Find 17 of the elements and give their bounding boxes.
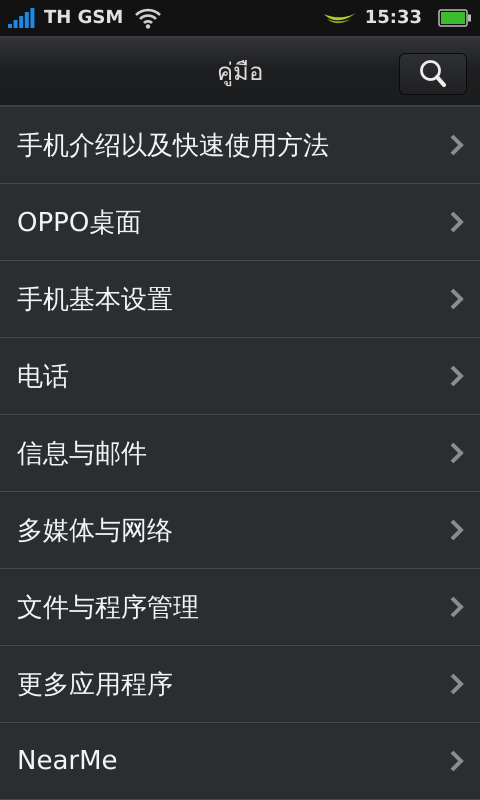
chevron-icon [450, 519, 464, 541]
wifi-icon [135, 6, 162, 29]
chevron-icon [450, 750, 464, 772]
clock-time: 15:33 [364, 7, 422, 28]
carrier-name: TH GSM [44, 7, 124, 28]
signal-icon [8, 8, 36, 28]
search-button[interactable] [399, 52, 467, 95]
search-icon [419, 58, 447, 89]
chevron-icon [450, 211, 464, 233]
page-title: คู่มือ [217, 56, 263, 88]
battery-icon [438, 8, 472, 27]
chevron-icon [450, 365, 464, 387]
chevron-icon [450, 288, 464, 310]
chevron-icon [450, 134, 464, 156]
chevron-icon [450, 673, 464, 695]
chevron-icon [450, 596, 464, 618]
chevron-icon [450, 442, 464, 464]
